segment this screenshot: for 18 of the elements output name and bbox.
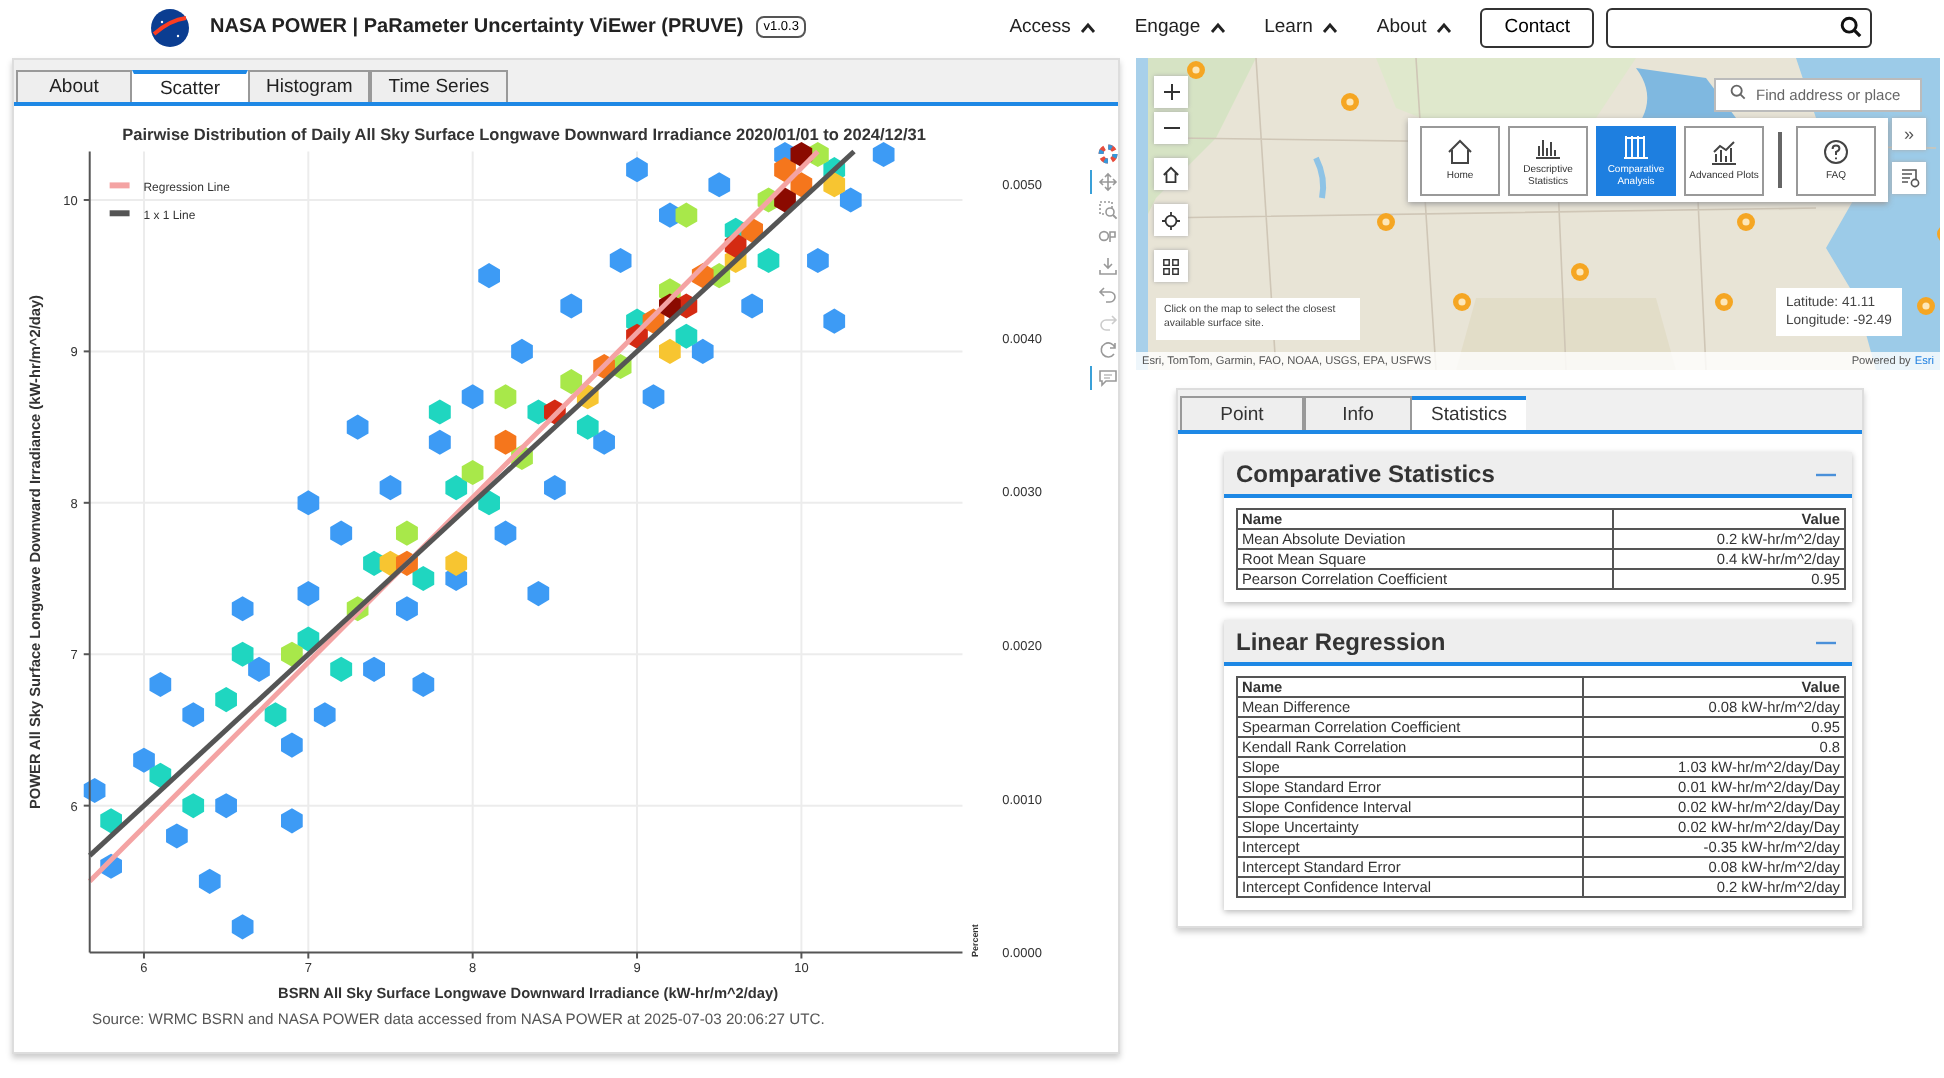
section-title: Linear Regression	[1236, 628, 1446, 656]
nav-menu[interactable]: Engage	[1124, 16, 1237, 38]
nav-menu[interactable]: About	[1366, 16, 1463, 38]
tab[interactable]: Time Series	[370, 70, 508, 102]
tab[interactable]: Histogram	[248, 70, 371, 102]
expand-button[interactable]: »	[1892, 118, 1926, 150]
tab[interactable]: Scatter	[132, 70, 248, 102]
nav-menu[interactable]: Learn	[1254, 16, 1349, 38]
tab[interactable]: Point	[1180, 396, 1304, 430]
tab[interactable]: Info	[1304, 396, 1412, 430]
tab[interactable]: About	[16, 70, 132, 102]
tab[interactable]: Statistics	[1412, 396, 1526, 430]
section-title: Comparative Statistics	[1236, 460, 1495, 488]
section-header[interactable]: Comparative Statistics	[1224, 452, 1852, 498]
section-header[interactable]: Linear Regression	[1224, 620, 1852, 666]
app-title: NASA POWER | PaRameter Uncertainty ViEwer (PRUVE)	[210, 16, 744, 38]
nav-menu[interactable]: Access	[999, 16, 1107, 38]
contact-button[interactable]: Contact	[1480, 7, 1594, 47]
